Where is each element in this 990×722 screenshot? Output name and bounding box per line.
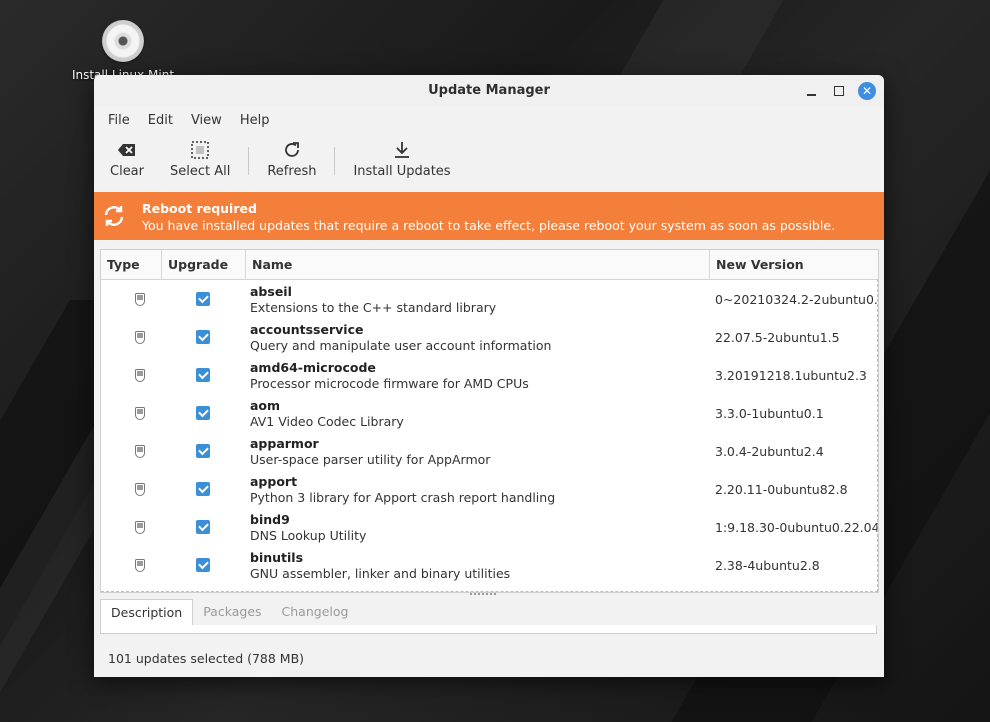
clear-button[interactable]: Clear — [110, 139, 144, 179]
security-shield-icon — [135, 292, 145, 306]
package-description: Python 3 library for Apport crash report… — [250, 490, 556, 505]
reboot-banner: Reboot required You have installed updat… — [94, 192, 884, 240]
upgrade-checkbox[interactable] — [196, 406, 210, 420]
table-row[interactable]: accountsservice Query and manipulate user… — [101, 318, 878, 356]
package-version: 3.20191218.1ubuntu2.3 — [715, 368, 867, 383]
upgrade-checkbox[interactable] — [196, 444, 210, 458]
details-tabs: Description Packages Changelog — [100, 599, 877, 635]
reboot-icon — [102, 204, 126, 228]
table-focus-border — [101, 590, 878, 592]
banner-title: Reboot required — [142, 201, 257, 216]
tab-description[interactable]: Description — [100, 599, 194, 625]
package-version: 2.38-4ubuntu2.8 — [715, 558, 820, 573]
menu-file[interactable]: File — [102, 113, 136, 128]
column-header-type[interactable]: Type — [101, 250, 162, 279]
security-shield-icon — [135, 406, 145, 420]
package-name: abseil — [250, 284, 292, 299]
column-header-new-version[interactable]: New Version — [710, 250, 878, 279]
tab-changelog[interactable]: Changelog — [272, 599, 359, 625]
tab-packages[interactable]: Packages — [193, 599, 271, 625]
updates-table[interactable]: Type Upgrade Name New Version abseil Exte… — [100, 249, 879, 593]
download-icon — [393, 139, 411, 161]
menubar: File Edit View Help — [94, 107, 884, 133]
security-shield-icon — [135, 330, 145, 344]
window-title: Update Manager — [428, 83, 550, 98]
package-name: accountsservice — [250, 322, 364, 337]
package-version: 3.0.4-2ubuntu2.4 — [715, 444, 824, 459]
package-name: amd64-microcode — [250, 360, 376, 375]
security-shield-icon — [135, 368, 145, 382]
refresh-label: Refresh — [267, 164, 317, 179]
clear-label: Clear — [110, 164, 144, 179]
table-header: Type Upgrade Name New Version — [101, 250, 878, 280]
security-shield-icon — [135, 444, 145, 458]
package-name: bind9 — [250, 512, 290, 527]
disc-icon — [102, 20, 144, 62]
toolbar-separator — [248, 147, 250, 175]
upgrade-checkbox[interactable] — [196, 482, 210, 496]
menu-edit[interactable]: Edit — [142, 113, 179, 128]
status-text: 101 updates selected (788 MB) — [108, 651, 305, 666]
close-button[interactable]: ✕ — [858, 82, 876, 100]
table-row[interactable]: apparmor User-space parser utility for Ap… — [101, 432, 878, 470]
select-all-label: Select All — [170, 164, 231, 179]
refresh-icon — [283, 139, 301, 161]
table-row[interactable]: abseil Extensions to the C++ standard lib… — [101, 280, 878, 318]
upgrade-checkbox[interactable] — [196, 368, 210, 382]
toolbar-separator — [334, 147, 336, 175]
package-name: apport — [250, 474, 298, 489]
upgrade-checkbox[interactable] — [196, 292, 210, 306]
package-version: 0~20210324.2-2ubuntu0.2 — [715, 292, 879, 307]
column-header-upgrade[interactable]: Upgrade — [162, 250, 246, 279]
package-version: 1:9.18.30-0ubuntu0.22.04.2 — [715, 520, 879, 535]
package-description: User-space parser utility for AppArmor — [250, 452, 491, 467]
select-all-button[interactable]: Select All — [170, 139, 230, 179]
security-shield-icon — [135, 558, 145, 572]
table-row[interactable]: aom AV1 Video Codec Library 3.3.0-1ubuntu… — [101, 394, 878, 432]
table-row[interactable]: apport Python 3 library for Apport crash … — [101, 470, 878, 508]
package-name: apparmor — [250, 436, 319, 451]
update-manager-window: Update Manager ✕ File Edit View Help Cle… — [94, 75, 884, 677]
maximize-button[interactable] — [831, 83, 847, 99]
table-row[interactable]: binutils GNU assembler, linker and binary… — [101, 546, 878, 584]
table-row[interactable]: amd64-microcode Processor microcode firmw… — [101, 356, 878, 394]
package-name: aom — [250, 398, 281, 413]
upgrade-checkbox[interactable] — [196, 330, 210, 344]
menu-view[interactable]: View — [185, 113, 228, 128]
minimize-button[interactable] — [803, 83, 819, 99]
package-name: binutils — [250, 550, 304, 565]
refresh-button[interactable]: Refresh — [267, 139, 316, 179]
desktop-icon-installer[interactable]: Install Linux Mint — [68, 20, 178, 82]
backspace-icon — [118, 139, 136, 161]
pane-resize-handle[interactable] — [470, 593, 496, 598]
package-version: 3.3.0-1ubuntu0.1 — [715, 406, 824, 421]
package-description: DNS Lookup Utility — [250, 528, 367, 543]
banner-message: You have installed updates that require … — [142, 218, 836, 233]
titlebar[interactable]: Update Manager ✕ — [94, 75, 884, 107]
security-shield-icon — [135, 482, 145, 496]
security-shield-icon — [135, 520, 145, 534]
install-updates-label: Install Updates — [353, 164, 451, 179]
table-focus-border — [876, 279, 878, 592]
tab-panel — [100, 625, 877, 634]
select-all-icon — [191, 139, 209, 161]
column-header-name[interactable]: Name — [246, 250, 710, 279]
toolbar: Clear Select All Refresh Install Updates — [94, 133, 884, 197]
package-description: Extensions to the C++ standard library — [250, 300, 497, 315]
install-updates-button[interactable]: Install Updates — [353, 139, 451, 179]
package-version: 22.07.5-2ubuntu1.5 — [715, 330, 840, 345]
package-description: AV1 Video Codec Library — [250, 414, 404, 429]
package-description: GNU assembler, linker and binary utiliti… — [250, 566, 511, 581]
table-row[interactable]: bind9 DNS Lookup Utility 1:9.18.30-0ubunt… — [101, 508, 878, 546]
package-version: 2.20.11-0ubuntu82.8 — [715, 482, 848, 497]
menu-help[interactable]: Help — [234, 113, 276, 128]
upgrade-checkbox[interactable] — [196, 558, 210, 572]
upgrade-checkbox[interactable] — [196, 520, 210, 534]
package-description: Processor microcode firmware for AMD CPU… — [250, 376, 529, 391]
package-description: Query and manipulate user account inform… — [250, 338, 552, 353]
